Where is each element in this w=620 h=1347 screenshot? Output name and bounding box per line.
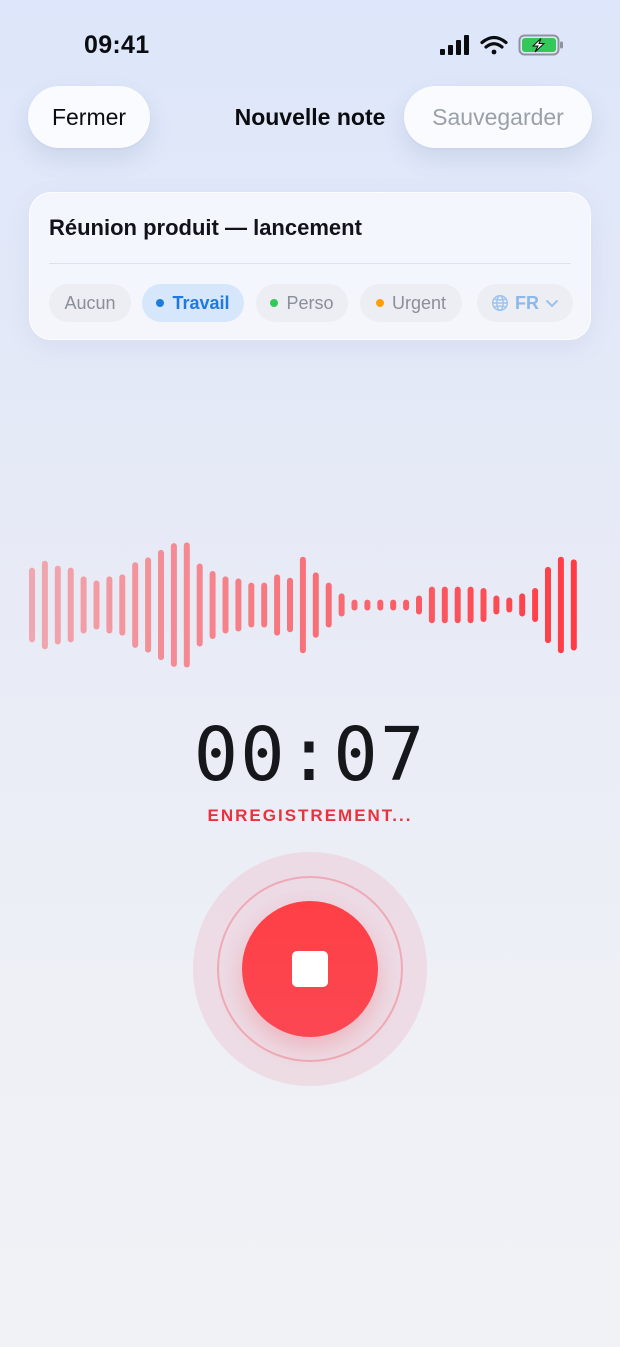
waveform-bar	[506, 597, 513, 613]
blue-dot-icon	[156, 299, 165, 307]
record-control	[193, 852, 427, 1086]
waveform-bar	[145, 557, 152, 653]
waveform-bar	[403, 599, 410, 611]
waveform-bar	[93, 580, 100, 630]
waveform-bar	[467, 586, 474, 624]
tag-label: Aucun	[64, 292, 116, 313]
page-title: Nouvelle note	[234, 104, 386, 130]
waveform-bar	[248, 582, 255, 628]
waveform-bar	[493, 595, 500, 615]
waveform-bar	[377, 599, 384, 611]
tag-aucun[interactable]: Aucun	[49, 284, 131, 322]
recording-timer: 00:07	[193, 712, 427, 798]
status-icons-svg	[440, 34, 563, 56]
waveform-bar	[67, 567, 74, 643]
waveform-bar	[570, 559, 577, 651]
status-icons	[438, 33, 568, 59]
audio-waveform	[29, 542, 577, 668]
waveform-bar	[235, 578, 242, 632]
waveform-bar	[364, 599, 371, 611]
language-selector[interactable]: FR	[477, 284, 573, 322]
nav-bar: Fermer Nouvelle note Sauvegarder	[0, 86, 620, 152]
waveform-bar	[545, 566, 551, 644]
note-title-field[interactable]: Réunion produit — lancement	[49, 215, 362, 241]
waveform-bar	[119, 574, 126, 636]
status-time: 09:41	[84, 31, 150, 59]
close-button[interactable]: Fermer	[28, 86, 150, 148]
waveform-bar	[158, 549, 164, 661]
waveform-bar	[183, 542, 190, 668]
waveform-bar	[519, 593, 526, 617]
waveform-bar	[80, 576, 87, 634]
globe-icon	[491, 294, 509, 312]
waveform-bar	[132, 562, 139, 648]
chevron-down-icon	[546, 300, 558, 307]
tag-label: Perso	[286, 292, 334, 313]
waveform-bar	[390, 599, 397, 611]
waveform-bar	[454, 586, 461, 624]
waveform-bar	[299, 556, 306, 654]
recording-status: ENREGISTREMENT...	[207, 806, 413, 825]
waveform-bar	[106, 576, 113, 634]
waveform-bar	[416, 595, 422, 615]
waveform-bar	[287, 577, 293, 633]
tag-travail[interactable]: Travail	[142, 284, 244, 322]
signal-bars-icon	[440, 35, 469, 55]
waveform-bar	[480, 588, 487, 622]
waveform-bar	[274, 574, 281, 636]
waveform-bar	[312, 572, 319, 638]
waveform-bar	[261, 582, 268, 628]
waveform-bar	[557, 556, 564, 654]
note-card: Réunion produit — lancement Aucun Travai…	[29, 192, 591, 340]
waveform-bar	[29, 567, 35, 643]
waveform-bar	[196, 563, 203, 647]
battery-charging-icon	[518, 34, 563, 56]
stop-recording-button[interactable]	[242, 901, 378, 1037]
tag-urgent[interactable]: Urgent	[360, 284, 462, 322]
waveform-bar	[222, 576, 229, 634]
waveform-bar	[532, 588, 539, 622]
green-dot-icon	[270, 299, 279, 307]
tag-label: Travail	[172, 292, 230, 313]
waveform-bar	[54, 565, 61, 645]
stop-icon	[292, 951, 328, 987]
waveform-bar	[338, 593, 345, 617]
orange-dot-icon	[375, 299, 384, 307]
tag-label: Urgent	[391, 292, 447, 313]
tag-perso[interactable]: Perso	[256, 284, 348, 322]
wifi-icon	[480, 35, 508, 55]
waveform-bar	[170, 543, 177, 667]
waveform-bar	[441, 586, 448, 624]
waveform-bar	[209, 571, 216, 639]
save-button[interactable]: Sauvegarder	[404, 86, 592, 148]
waveform-bar	[351, 599, 358, 611]
language-label: FR	[515, 292, 539, 313]
waveform-bar	[325, 582, 332, 628]
waveform-bar	[428, 586, 435, 624]
tag-selector: Aucun Travail Perso Urgent FR	[49, 284, 573, 322]
waveform-bar	[41, 560, 48, 650]
status-bar: 09:41	[0, 0, 620, 90]
divider	[49, 263, 571, 264]
